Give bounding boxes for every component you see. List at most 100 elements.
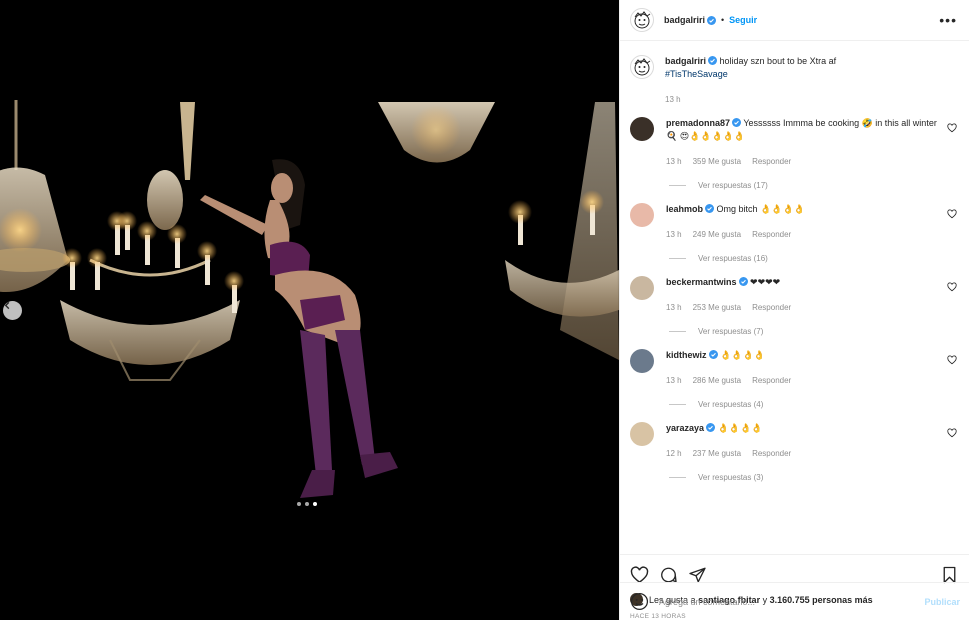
comment-input[interactable] — [659, 596, 915, 607]
commenter-avatar[interactable] — [630, 422, 654, 446]
carousel-dot-active — [313, 502, 317, 506]
comment-like-heart-icon[interactable] — [947, 209, 957, 219]
previous-slide-button[interactable] — [3, 301, 22, 320]
carousel-dot — [305, 502, 309, 506]
caption-hashtag[interactable]: #TisTheSavage — [665, 68, 836, 81]
comment-likes[interactable]: 237 Me gusta — [693, 449, 741, 458]
comment-text: 👌👌👌👌 — [720, 350, 765, 360]
more-options-icon[interactable]: ••• — [939, 13, 957, 27]
face-sketch-icon — [634, 58, 651, 76]
commenter-avatar[interactable] — [630, 349, 654, 373]
comments-list: badgalriri holiday szn bout to be Xtra a… — [620, 41, 969, 554]
view-replies-label: Ver respuestas (7) — [698, 327, 764, 336]
comment-item: premadonna87 Yessssss Immma be cooking 🤣… — [630, 117, 957, 190]
reply-button[interactable]: Responder — [752, 303, 791, 312]
view-replies-button[interactable]: Ver respuestas (16) — [666, 254, 937, 263]
reply-button[interactable]: Responder — [752, 157, 791, 166]
comment-item: leahmob Omg bitch 👌👌👌👌 13 h 249 Me gusta Re… — [630, 203, 957, 263]
view-replies-label: Ver respuestas (17) — [698, 181, 768, 190]
photo-scene — [0, 0, 619, 620]
reply-button[interactable]: Responder — [752, 230, 791, 239]
comment-like-heart-icon[interactable] — [947, 428, 957, 438]
commenter-avatar[interactable] — [630, 276, 654, 300]
comment-likes[interactable]: 253 Me gusta — [693, 303, 741, 312]
caption-time[interactable]: 13 h — [665, 95, 681, 104]
comment-like-heart-icon[interactable] — [947, 355, 957, 365]
commenter-avatar[interactable] — [630, 203, 654, 227]
comment-time[interactable]: 13 h — [666, 303, 682, 312]
comment-likes[interactable]: 286 Me gusta — [693, 376, 741, 385]
comment-like-heart-icon[interactable] — [947, 123, 957, 133]
view-replies-button[interactable]: Ver respuestas (3) — [666, 473, 937, 482]
comment-username[interactable]: leahmob — [666, 204, 703, 214]
chevron-left-icon — [4, 301, 10, 310]
comment-time[interactable]: 13 h — [666, 376, 682, 385]
carousel-dot — [297, 502, 301, 506]
emoji-smiley-icon[interactable] — [630, 592, 649, 611]
comment-likes[interactable]: 249 Me gusta — [693, 230, 741, 239]
replies-divider — [669, 331, 686, 332]
comment-like-heart-icon[interactable] — [947, 282, 957, 292]
comment-text-block: yarazaya 👌👌👌👌 — [666, 422, 937, 435]
comment-likes[interactable]: 359 Me gusta — [693, 157, 741, 166]
comment-username[interactable]: beckermantwins — [666, 277, 737, 287]
add-comment-bar: Publicar — [620, 582, 969, 620]
comment-username[interactable]: premadonna87 — [666, 118, 730, 128]
comment-time[interactable]: 12 h — [666, 449, 682, 458]
comment-meta: 12 h 237 Me gusta Responder — [666, 449, 937, 458]
comment-item: kidthewiz 👌👌👌👌 13 h 286 Me gusta Responder V… — [630, 349, 957, 409]
comment-item: beckermantwins ❤❤❤❤ 13 h 253 Me gusta Respo… — [630, 276, 957, 336]
verified-badge-icon — [732, 118, 742, 127]
comment-meta: 13 h 249 Me gusta Responder — [666, 230, 937, 239]
view-replies-label: Ver respuestas (4) — [698, 400, 764, 409]
carousel-indicator — [297, 502, 317, 506]
caption-username[interactable]: badgalriri — [665, 56, 706, 66]
comment-text-block: leahmob Omg bitch 👌👌👌👌 — [666, 203, 937, 216]
view-replies-button[interactable]: Ver respuestas (17) — [666, 181, 937, 190]
author-avatar[interactable] — [630, 8, 654, 32]
comment-time[interactable]: 13 h — [666, 230, 682, 239]
caption-meta: 13 h — [665, 95, 836, 104]
post-photo[interactable] — [0, 0, 619, 620]
caption-avatar[interactable] — [630, 55, 654, 79]
verified-badge-icon — [738, 277, 748, 286]
comment-meta: 13 h 286 Me gusta Responder — [666, 376, 937, 385]
post-header: badgalriri • Seguir ••• — [620, 0, 969, 41]
verified-badge-icon — [706, 423, 716, 432]
caption-text-block: badgalriri holiday szn bout to be Xtra a… — [665, 55, 836, 81]
comment-text-block: kidthewiz 👌👌👌👌 — [666, 349, 937, 362]
replies-divider — [669, 258, 686, 259]
comment-item: yarazaya 👌👌👌👌 12 h 237 Me gusta Responder Ve… — [630, 422, 957, 482]
comment-text-block: beckermantwins ❤❤❤❤ — [666, 276, 937, 289]
verified-badge-icon — [705, 204, 715, 213]
comment-meta: 13 h 359 Me gusta Responder — [666, 157, 937, 166]
post-sidebar: badgalriri • Seguir ••• badgalriri holid… — [619, 0, 969, 620]
comment-meta: 13 h 253 Me gusta Responder — [666, 303, 937, 312]
comment-text: ❤❤❤❤ — [750, 277, 781, 287]
view-replies-button[interactable]: Ver respuestas (7) — [666, 327, 937, 336]
view-replies-label: Ver respuestas (3) — [698, 473, 764, 482]
reply-button[interactable]: Responder — [752, 449, 791, 458]
author-username[interactable]: badgalriri — [664, 15, 705, 25]
comment-text-block: premadonna87 Yessssss Immma be cooking 🤣… — [666, 117, 937, 143]
comment-username[interactable]: kidthewiz — [666, 350, 707, 360]
verified-badge-icon — [708, 56, 718, 65]
caption-text: holiday szn bout to be Xtra af — [719, 56, 837, 66]
replies-divider — [669, 404, 686, 405]
view-replies-button[interactable]: Ver respuestas (4) — [666, 400, 937, 409]
comment-time[interactable]: 13 h — [666, 157, 682, 166]
post-caption: badgalriri holiday szn bout to be Xtra a… — [630, 55, 957, 104]
publish-button[interactable]: Publicar — [924, 597, 960, 607]
replies-divider — [669, 185, 686, 186]
verified-badge-icon — [707, 15, 717, 25]
comment-text: 👌👌👌👌 — [717, 423, 763, 433]
comment-text: Omg bitch 👌👌👌👌 — [716, 204, 805, 214]
reply-button[interactable]: Responder — [752, 376, 791, 385]
instagram-post-modal: badgalriri • Seguir ••• badgalriri holid… — [0, 0, 969, 620]
replies-divider — [669, 477, 686, 478]
commenter-avatar[interactable] — [630, 117, 654, 141]
face-sketch-icon — [634, 11, 651, 29]
comment-username[interactable]: yarazaya — [666, 423, 704, 433]
view-replies-label: Ver respuestas (16) — [698, 254, 768, 263]
follow-button[interactable]: Seguir — [729, 15, 757, 25]
